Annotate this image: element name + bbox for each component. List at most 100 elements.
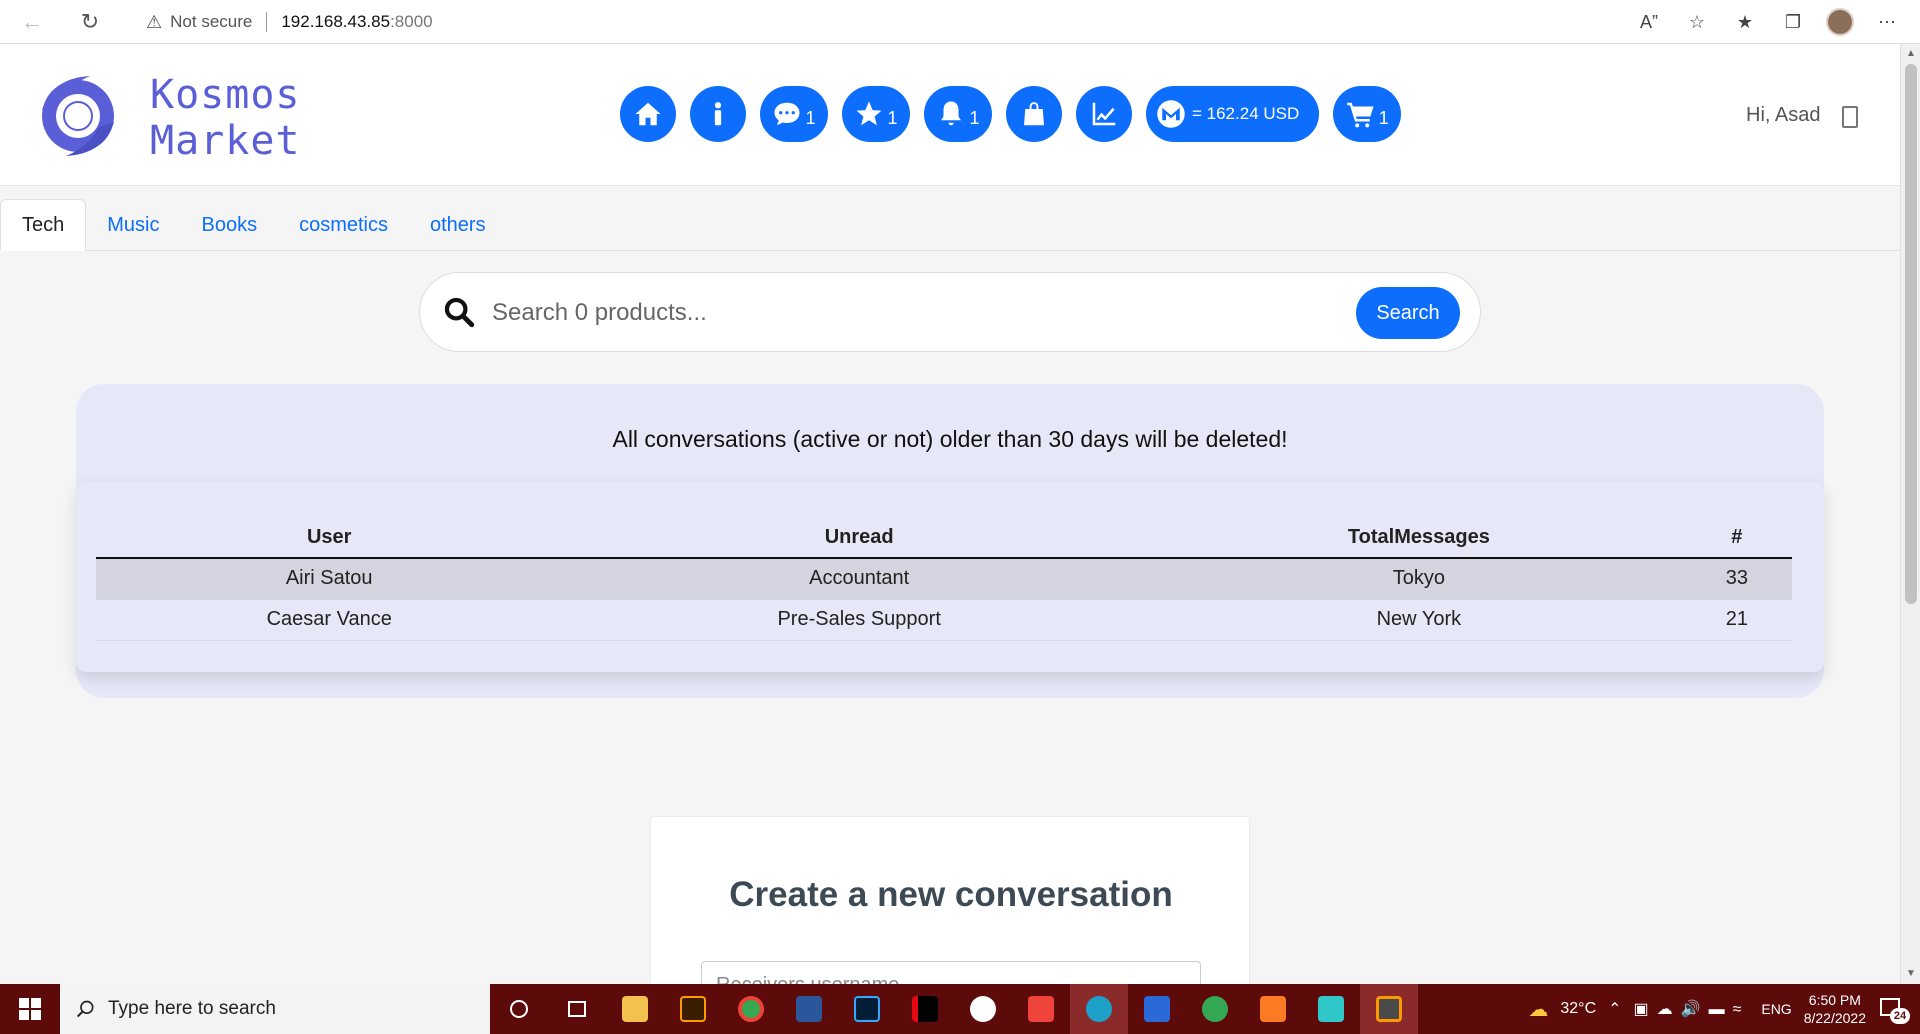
info-icon bbox=[714, 102, 722, 126]
page-scrollbar[interactable]: ▲ ▼ bbox=[1900, 44, 1920, 984]
tab-music[interactable]: Music bbox=[86, 199, 180, 251]
tab-tech[interactable]: Tech bbox=[0, 199, 87, 251]
sublime-text-icon[interactable] bbox=[1360, 984, 1418, 1034]
page: Kosmos Market 1 1 1 = 162.24 USD 1 Hi, A… bbox=[0, 44, 1900, 984]
table-row[interactable]: Airi Satou Accountant Tokyo 33 bbox=[96, 558, 1792, 600]
netflix-icon[interactable] bbox=[896, 984, 954, 1034]
balance-label: = 162.24 USD bbox=[1192, 104, 1300, 123]
windows-logo-icon bbox=[19, 998, 41, 1020]
windows-taskbar: Type here to search ☁ 32°C ⌃ ▣☁🔊▬≈ ENG 6… bbox=[0, 984, 1920, 1034]
tray-chevron-icon[interactable]: ⌃ bbox=[1608, 999, 1621, 1019]
chrome-profile-icon[interactable] bbox=[1186, 984, 1244, 1034]
cart-icon bbox=[1347, 102, 1374, 128]
receiver-username-input[interactable]: Receivers username bbox=[701, 961, 1201, 984]
notifications-count: 1 bbox=[969, 107, 980, 128]
app-window-icon[interactable] bbox=[1128, 984, 1186, 1034]
site-header: Kosmos Market 1 1 1 = 162.24 USD 1 Hi, A… bbox=[0, 44, 1900, 186]
word-icon[interactable] bbox=[780, 984, 838, 1034]
tray-icons[interactable]: ▣☁🔊▬≈ bbox=[1634, 999, 1750, 1019]
stats-button[interactable] bbox=[1076, 86, 1132, 142]
monero-icon bbox=[1157, 100, 1185, 128]
info-button[interactable] bbox=[690, 86, 746, 142]
taskbar-search-placeholder: Type here to search bbox=[108, 998, 276, 1019]
cell-total-messages: Tokyo bbox=[1155, 558, 1682, 600]
task-view-icon[interactable] bbox=[548, 984, 606, 1034]
create-conversation-card: Create a new conversation Receivers user… bbox=[650, 816, 1250, 984]
table-header-row: User Unread TotalMessages # bbox=[96, 518, 1792, 559]
kosmos-logo[interactable] bbox=[32, 70, 124, 162]
security-label: Not secure bbox=[170, 12, 253, 31]
tab-books[interactable]: Books bbox=[180, 199, 278, 251]
url-host: 192.168.43.85 bbox=[281, 12, 391, 31]
url-port: :8000 bbox=[390, 12, 433, 31]
create-conversation-title: Create a new conversation bbox=[729, 875, 1173, 914]
category-tabs: Tech Music Books cosmetics others bbox=[0, 199, 1900, 251]
notifications-button[interactable]: 1 bbox=[924, 86, 992, 142]
product-search: Search bbox=[419, 272, 1481, 352]
cell-number: 33 bbox=[1681, 558, 1792, 600]
cell-user: Caesar Vance bbox=[96, 599, 563, 641]
conversations-panel: All conversations (active or not) older … bbox=[76, 384, 1824, 698]
add-favorite-icon[interactable]: ☆ bbox=[1682, 7, 1712, 37]
profile-avatar[interactable] bbox=[1826, 8, 1854, 36]
notification-count-badge: 24 bbox=[1890, 1008, 1910, 1024]
home-button[interactable] bbox=[620, 86, 676, 142]
language-indicator[interactable]: ENG bbox=[1761, 1001, 1791, 1017]
start-button[interactable] bbox=[0, 984, 60, 1034]
chrome-icon[interactable] bbox=[722, 984, 780, 1034]
search-input[interactable] bbox=[492, 293, 1292, 333]
favorites-button[interactable]: 1 bbox=[842, 86, 910, 142]
collections-icon[interactable]: ❐ bbox=[1778, 7, 1808, 37]
photoshop-icon[interactable] bbox=[838, 984, 896, 1034]
back-arrow-icon[interactable]: ← bbox=[14, 4, 50, 40]
conversations-card: User Unread TotalMessages # Airi Satou A… bbox=[76, 482, 1824, 672]
edge-icon[interactable] bbox=[1070, 984, 1128, 1034]
column-header-number[interactable]: # bbox=[1681, 518, 1792, 559]
more-icon[interactable]: ⋯ bbox=[1872, 7, 1902, 37]
shop-button[interactable] bbox=[1006, 86, 1062, 142]
column-header-unread[interactable]: Unread bbox=[562, 518, 1156, 559]
column-header-total-messages[interactable]: TotalMessages bbox=[1155, 518, 1682, 559]
taskbar-apps bbox=[490, 984, 1418, 1034]
messages-button[interactable]: 1 bbox=[760, 86, 828, 142]
favorites-icon[interactable]: ★ bbox=[1730, 7, 1760, 37]
favorites-count: 1 bbox=[887, 107, 898, 128]
notification-center-icon[interactable]: 24 bbox=[1878, 994, 1910, 1024]
cart-count: 1 bbox=[1378, 107, 1389, 128]
scroll-up-arrow-icon[interactable]: ▲ bbox=[1905, 48, 1917, 60]
tab-cosmetics[interactable]: cosmetics bbox=[278, 199, 409, 251]
slack-icon[interactable] bbox=[954, 984, 1012, 1034]
search-button[interactable]: Search bbox=[1356, 287, 1460, 339]
cell-total-messages: New York bbox=[1155, 599, 1682, 641]
taskbar-search[interactable]: Type here to search bbox=[60, 984, 490, 1034]
star-icon bbox=[856, 101, 882, 126]
cortana-icon[interactable] bbox=[490, 984, 548, 1034]
tab-others[interactable]: others bbox=[409, 199, 507, 251]
browser-actions: A” ☆ ★ ❐ ⋯ bbox=[1634, 0, 1920, 44]
search-icon bbox=[444, 297, 475, 328]
illustrator-icon[interactable] bbox=[664, 984, 722, 1034]
refresh-icon[interactable]: ↻ bbox=[72, 4, 108, 40]
table-row[interactable]: Caesar Vance Pre-Sales Support New York … bbox=[96, 599, 1792, 641]
clock[interactable]: 6:50 PM 8/22/2022 bbox=[1804, 991, 1866, 1027]
address-bar[interactable]: ⚠ Not secure 192.168.43.85:8000 bbox=[130, 4, 1650, 40]
brand-line-1: Kosmos bbox=[150, 72, 301, 118]
column-header-user[interactable]: User bbox=[96, 518, 563, 559]
temperature[interactable]: 32°C bbox=[1560, 1000, 1596, 1018]
xampp-icon[interactable] bbox=[1244, 984, 1302, 1034]
scroll-thumb[interactable] bbox=[1905, 64, 1917, 604]
messages-count: 1 bbox=[805, 107, 816, 128]
cell-unread: Accountant bbox=[562, 558, 1156, 600]
scroll-down-arrow-icon[interactable]: ▼ bbox=[1905, 968, 1917, 980]
brand-name[interactable]: Kosmos Market bbox=[150, 72, 301, 164]
weather-icon[interactable]: ☁ bbox=[1528, 997, 1548, 1022]
file-explorer-icon[interactable] bbox=[606, 984, 664, 1034]
warning-icon: ⚠ bbox=[146, 11, 163, 32]
wallet-balance-button[interactable]: = 162.24 USD bbox=[1146, 86, 1320, 142]
app-icon[interactable] bbox=[1302, 984, 1360, 1034]
anydesk-icon[interactable] bbox=[1012, 984, 1070, 1034]
chat-icon bbox=[774, 102, 800, 126]
read-aloud-icon[interactable]: A” bbox=[1634, 7, 1664, 37]
cart-button[interactable]: 1 bbox=[1333, 86, 1402, 142]
logout-icon[interactable] bbox=[1842, 106, 1858, 128]
